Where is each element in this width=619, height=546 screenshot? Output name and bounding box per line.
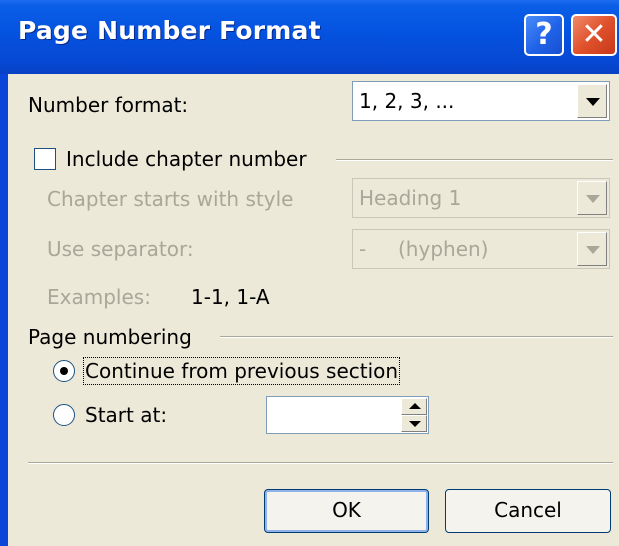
- dialog-body: Number format: 1, 2, 3, ... Include chap…: [8, 74, 619, 546]
- separator-value: - (hyphen): [359, 237, 489, 261]
- start-at-spinner[interactable]: [266, 396, 429, 434]
- continue-radio[interactable]: [53, 360, 75, 382]
- chapter-group-separator: [336, 159, 613, 161]
- chapter-style-value: Heading 1: [359, 186, 462, 210]
- continue-label[interactable]: Continue from previous section: [82, 357, 401, 385]
- dialog-title: Page Number Format: [18, 16, 321, 45]
- chapter-starts-with-label: Chapter starts with style: [47, 187, 294, 211]
- include-chapter-number-label[interactable]: Include chapter number: [66, 147, 307, 171]
- spin-down-button[interactable]: [401, 415, 427, 432]
- number-format-label: Number format:: [28, 93, 189, 117]
- cancel-button[interactable]: Cancel: [445, 489, 611, 533]
- examples-label: Examples:: [47, 285, 151, 309]
- close-button[interactable]: ✕: [571, 14, 617, 56]
- chevron-down-icon: [586, 98, 600, 106]
- radio-selected-dot: [60, 367, 68, 375]
- page-number-format-dialog: Page Number Format ? ✕ Number format: 1,…: [0, 0, 619, 546]
- chevron-down-icon: [586, 195, 600, 203]
- include-chapter-number-checkbox[interactable]: [34, 148, 56, 170]
- number-format-dropdown-button[interactable]: [577, 84, 607, 118]
- spinner-buttons: [401, 398, 427, 432]
- examples-value: 1-1, 1-A: [191, 285, 270, 309]
- help-icon: ?: [535, 17, 553, 52]
- use-separator-label: Use separator:: [47, 237, 194, 261]
- close-icon: ✕: [581, 17, 607, 52]
- start-at-radio[interactable]: [53, 404, 75, 426]
- chapter-style-select[interactable]: Heading 1: [352, 178, 610, 218]
- chapter-style-dropdown-button[interactable]: [577, 181, 607, 215]
- number-format-value: 1, 2, 3, ...: [359, 89, 455, 113]
- chevron-down-icon: [586, 246, 600, 254]
- separator-dropdown-button[interactable]: [577, 232, 607, 266]
- separator-select[interactable]: - (hyphen): [352, 229, 610, 269]
- spin-up-button[interactable]: [401, 398, 427, 415]
- arrow-up-icon: [409, 403, 421, 409]
- title-bar[interactable]: Page Number Format ? ✕: [0, 0, 619, 74]
- page-numbering-separator: [220, 336, 613, 338]
- number-format-select[interactable]: 1, 2, 3, ...: [352, 81, 610, 121]
- arrow-down-icon: [409, 421, 421, 427]
- start-at-label[interactable]: Start at:: [85, 403, 167, 427]
- ok-button[interactable]: OK: [264, 489, 429, 533]
- page-numbering-group-label: Page numbering: [28, 325, 192, 349]
- help-button[interactable]: ?: [524, 14, 564, 56]
- buttons-separator: [28, 462, 613, 464]
